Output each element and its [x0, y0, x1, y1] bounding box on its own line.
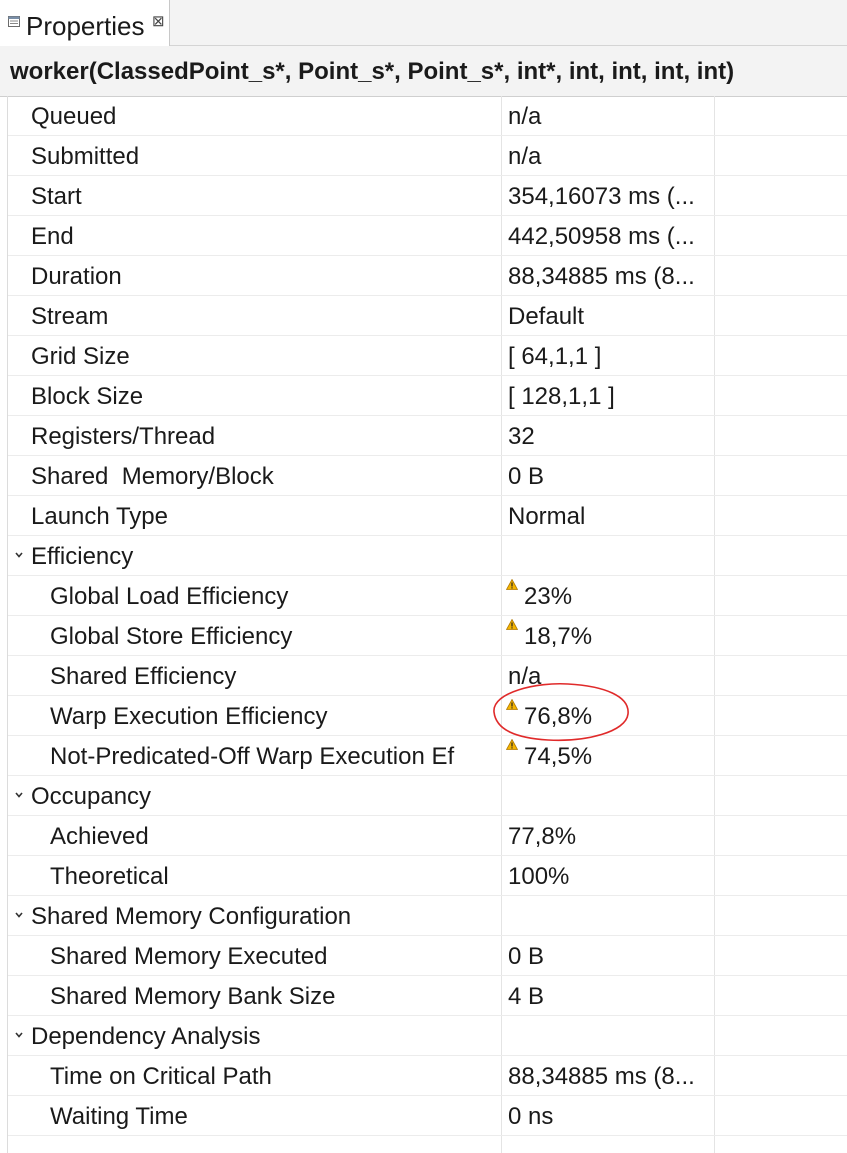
property-value: 354,16073 ms (... — [508, 183, 695, 210]
row-global-load-efficiency[interactable]: Global Load Efficiency 23% — [8, 576, 847, 616]
row-achieved[interactable]: Achieved 77,8% — [8, 816, 847, 856]
row-shared-memory-executed[interactable]: Shared Memory Executed 0 B — [8, 936, 847, 976]
property-name: End — [31, 223, 74, 250]
property-name: Registers/Thread — [31, 423, 216, 450]
property-name: Warp Execution Efficiency — [50, 703, 328, 730]
row-queued[interactable]: Queued n/a — [8, 96, 847, 136]
chevron-down-icon[interactable] — [14, 790, 24, 800]
property-name: Shared Memory Bank Size — [50, 983, 336, 1010]
property-name: Stream — [31, 303, 109, 330]
properties-icon — [8, 16, 20, 27]
property-name: Waiting Time — [50, 1103, 188, 1130]
property-value: 88,34885 ms (8... — [508, 1063, 695, 1090]
property-value: 32 — [508, 423, 535, 450]
row-stream[interactable]: Stream Default — [8, 296, 847, 336]
property-value: 4 B — [508, 983, 545, 1010]
row-shared-memory-bank-size[interactable]: Shared Memory Bank Size 4 B — [8, 976, 847, 1016]
group-efficiency[interactable]: Efficiency — [8, 536, 847, 576]
property-name: Global Store Efficiency — [50, 623, 293, 650]
group-occupancy[interactable]: Occupancy — [8, 776, 847, 816]
property-name: Theoretical — [50, 863, 169, 890]
property-name: Queued — [31, 103, 117, 130]
property-name: Block Size — [31, 383, 144, 410]
property-value: n/a — [508, 103, 542, 130]
row-block-size[interactable]: Block Size [ 128,1,1 ] — [8, 376, 847, 416]
row-grid-size[interactable]: Grid Size [ 64,1,1 ] — [8, 336, 847, 376]
properties-table: Queued n/a Submitted n/a Start 354,16073… — [0, 96, 847, 1153]
row-time-on-critical-path[interactable]: Time on Critical Path 88,34885 ms (8... — [8, 1056, 847, 1096]
chevron-down-icon[interactable] — [14, 550, 24, 560]
row-duration[interactable]: Duration 88,34885 ms (8... — [8, 256, 847, 296]
property-value: Normal — [508, 503, 586, 530]
property-name: Not-Predicated-Off Warp Execution Ef — [50, 743, 455, 770]
property-value: 0 B — [508, 943, 545, 970]
warning-icon — [506, 699, 518, 710]
property-value: [ 128,1,1 ] — [508, 383, 615, 410]
row-warp-execution-efficiency[interactable]: Warp Execution Efficiency 76,8% — [8, 696, 847, 736]
row-theoretical[interactable]: Theoretical 100% — [8, 856, 847, 896]
property-value: 88,34885 ms (8... — [508, 263, 695, 290]
property-name: Global Load Efficiency — [50, 583, 289, 610]
row-registers-thread[interactable]: Registers/Thread 32 — [8, 416, 847, 456]
warning-icon — [506, 579, 518, 590]
group-label: Dependency Analysis — [31, 1023, 261, 1050]
property-name: Submitted — [31, 143, 140, 170]
group-dependency-analysis[interactable]: Dependency Analysis — [8, 1016, 847, 1056]
chevron-down-icon[interactable] — [14, 1030, 24, 1040]
property-value: n/a — [508, 663, 542, 690]
property-value: Default — [508, 303, 585, 330]
row-end[interactable]: End 442,50958 ms (... — [8, 216, 847, 256]
properties-title-bar: worker(ClassedPoint_s*, Point_s*, Point_… — [0, 46, 847, 97]
property-name: Shared Efficiency — [50, 663, 237, 690]
property-name: Grid Size — [31, 343, 130, 370]
property-value: 0 B — [508, 463, 545, 490]
warning-icon — [506, 739, 518, 750]
chevron-down-icon[interactable] — [14, 910, 24, 920]
row-waiting-time[interactable]: Waiting Time 0 ns — [8, 1096, 847, 1136]
property-value: 0 ns — [508, 1103, 554, 1130]
property-name: Achieved — [50, 823, 149, 850]
property-value: 18,7% — [524, 623, 593, 650]
tab-label: Properties — [26, 11, 145, 41]
warning-icon — [506, 619, 518, 630]
property-name: Time on Critical Path — [50, 1063, 272, 1090]
property-name: Shared Memory/Block — [31, 463, 274, 490]
row-start[interactable]: Start 354,16073 ms (... — [8, 176, 847, 216]
row-global-store-efficiency[interactable]: Global Store Efficiency 18,7% — [8, 616, 847, 656]
property-value: 74,5% — [524, 743, 593, 770]
group-label: Shared Memory Configuration — [31, 903, 352, 930]
close-icon[interactable]: ⊠ — [152, 13, 165, 31]
group-label: Occupancy — [31, 783, 152, 810]
property-value: 76,8% — [524, 703, 593, 730]
row-shared-efficiency[interactable]: Shared Efficiency n/a — [8, 656, 847, 696]
property-value: 23% — [524, 583, 573, 610]
group-label: Efficiency — [31, 543, 134, 570]
group-shared-memory-configuration[interactable]: Shared Memory Configuration — [8, 896, 847, 936]
property-value: [ 64,1,1 ] — [508, 343, 602, 370]
row-submitted[interactable]: Submitted n/a — [8, 136, 847, 176]
property-value: n/a — [508, 143, 542, 170]
property-value: 442,50958 ms (... — [508, 223, 695, 250]
row-shared-memory-block[interactable]: Shared Memory/Block 0 B — [8, 456, 847, 496]
row-not-predicated-off-warp-execution-efficiency[interactable]: Not-Predicated-Off Warp Execution Ef 74,… — [8, 736, 847, 776]
kernel-signature-title: worker(ClassedPoint_s*, Point_s*, Point_… — [10, 58, 735, 85]
view-tab-bar: Properties ⊠ — [0, 0, 847, 46]
property-name: Shared Memory Executed — [50, 943, 328, 970]
tab-properties[interactable]: Properties ⊠ — [0, 0, 170, 46]
property-name: Launch Type — [31, 503, 169, 530]
row-launch-type[interactable]: Launch Type Normal — [8, 496, 847, 536]
property-name: Duration — [31, 263, 122, 290]
property-name: Start — [31, 183, 82, 210]
property-value: 100% — [508, 863, 570, 890]
property-value: 77,8% — [508, 823, 577, 850]
